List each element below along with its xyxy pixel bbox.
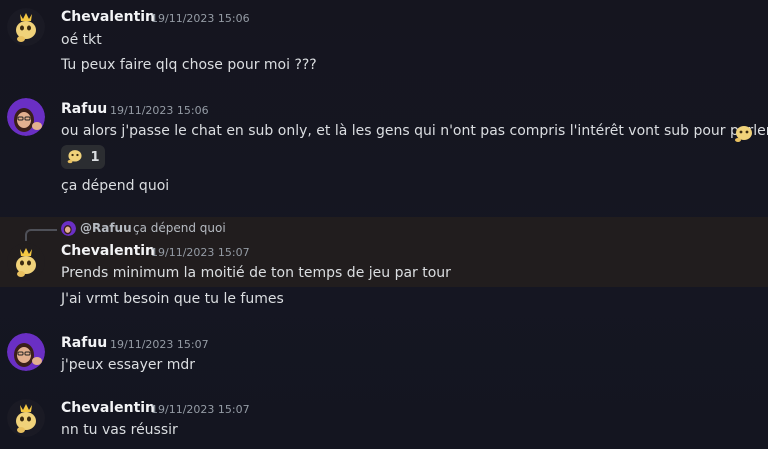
rafuu-avatar[interactable] (7, 333, 45, 371)
shrug-emoji-icon (66, 146, 84, 168)
shrug-emoji-icon (733, 121, 755, 143)
message-text: Tu peux faire qlq chose pour moi ??? (61, 57, 317, 73)
message-author[interactable]: Chevalentin (61, 9, 155, 25)
message-text: ça dépend quoi (61, 178, 170, 194)
message-timestamp: 19/11/2023 15:06 (110, 104, 209, 117)
reaction-count: 1 (90, 149, 100, 165)
message-text: oé tkt (61, 32, 102, 48)
chevalentin-avatar[interactable] (7, 243, 45, 281)
message-timestamp: 19/11/2023 15:07 (110, 338, 209, 351)
message-timestamp: 19/11/2023 15:06 (151, 12, 250, 25)
chevalentin-avatar[interactable] (7, 8, 45, 46)
reply-mention[interactable]: @Rafuu (80, 221, 132, 235)
message-author[interactable]: Rafuu (61, 335, 107, 351)
reaction-button[interactable]: 1 (61, 145, 105, 169)
message-text: Prends minimum la moitié de ton temps de… (61, 265, 451, 281)
message-author[interactable]: Rafuu (61, 101, 107, 117)
message-text: nn tu vas réussir (61, 422, 178, 438)
reply-avatar[interactable] (61, 221, 76, 236)
chat-messages: Chevalentin 19/11/2023 15:06 oé tkt Tu p… (0, 0, 768, 449)
message-timestamp: 19/11/2023 15:07 (151, 403, 250, 416)
message-text: J'ai vrmt besoin que tu le fumes (61, 291, 284, 307)
reply-preview[interactable]: ça dépend quoi (133, 221, 226, 235)
message-text: j'peux essayer mdr (61, 357, 196, 373)
message-author[interactable]: Chevalentin (61, 400, 155, 416)
message-text: ou alors j'passe le chat en sub only, et… (61, 123, 768, 139)
message-timestamp: 19/11/2023 15:07 (151, 246, 250, 259)
rafuu-avatar[interactable] (7, 98, 45, 136)
reply-connector (25, 229, 57, 241)
message-author[interactable]: Chevalentin (61, 243, 155, 259)
chevalentin-avatar[interactable] (7, 399, 45, 437)
